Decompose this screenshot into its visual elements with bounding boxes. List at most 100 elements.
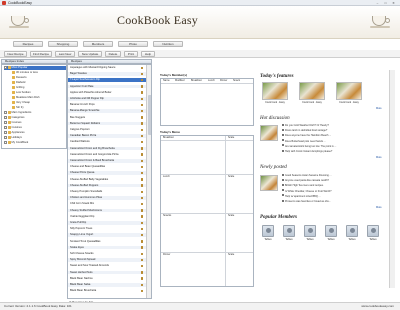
- list-item[interactable]: Black Bean Bruschetta: [68, 289, 146, 293]
- newly-posted-item[interactable]: Prosecco was favorites or bread as obs..…: [282, 199, 400, 204]
- print-button[interactable]: Print: [124, 51, 138, 57]
- member-card[interactable]: Tables: [366, 225, 380, 241]
- list-item[interactable]: Asparagus with Mustard Dipping Sauce: [68, 66, 146, 70]
- maximize-button[interactable]: □: [382, 1, 389, 5]
- expand-toggle-icon[interactable]: [4, 111, 7, 114]
- tree-node[interactable]: Desserts: [12, 76, 66, 80]
- tree-node[interactable]: Meatless Main Dish: [12, 96, 66, 100]
- new-update-button[interactable]: New Update: [78, 51, 102, 57]
- close-button[interactable]: ✕: [390, 1, 397, 5]
- list-item[interactable]: Black Bean Nachos: [68, 277, 146, 281]
- list-item[interactable]: Caramelized Onion and Fig Bruschetta: [68, 146, 146, 151]
- find-recipe-button[interactable]: Find Recipe: [30, 51, 52, 57]
- tree-node[interactable]: Stir fry: [12, 106, 66, 110]
- scrollbar-thumb[interactable]: [148, 95, 151, 135]
- hot-discussion-item[interactable]: Help with Crock Instant dumplings please…: [282, 149, 400, 154]
- list-item[interactable]: Greta Pull Dip: [68, 221, 146, 225]
- menu-shopping[interactable]: Shopping: [48, 41, 78, 47]
- tree-node[interactable]: Most Popular: [4, 66, 66, 70]
- list-item[interactable]: Chicken and Hummus Pitas: [68, 196, 146, 200]
- featured-recipe[interactable]: Cook book · Easy: [333, 82, 365, 104]
- list-item[interactable]: Cheese Pizza Quesa: [68, 171, 146, 176]
- minimize-button[interactable]: –: [374, 1, 381, 5]
- list-item[interactable]: Butternut Squash Rollatini: [68, 121, 146, 126]
- help-button[interactable]: Help: [141, 51, 155, 57]
- list-item[interactable]: Sweet and Sour Toasted Almonds: [68, 264, 146, 268]
- tree-node[interactable]: My CookBook: [4, 141, 66, 145]
- list-item[interactable]: Sweet Herbed Nuts: [68, 270, 146, 275]
- tree-node[interactable]: Courses: [4, 121, 66, 125]
- list-item[interactable]: Silly Popcorn Trees: [68, 227, 146, 231]
- list-item[interactable]: Cheesy Pumpkin Snowballs: [68, 190, 146, 194]
- list-item[interactable]: Snake Eyes: [68, 245, 146, 250]
- list-item[interactable]: Banana Crunch Pops: [68, 103, 146, 107]
- list-item[interactable]: Black Bean Salsa: [68, 283, 146, 287]
- member-card[interactable]: Tables: [282, 225, 296, 241]
- menu-recipes[interactable]: Recipes: [13, 41, 43, 47]
- menu-nutrition[interactable]: Nutrition: [153, 41, 183, 47]
- features-more-link[interactable]: More: [376, 107, 382, 110]
- last-new-button[interactable]: Last New: [55, 51, 75, 57]
- featured-recipe[interactable]: Cook book · Easy: [259, 82, 291, 104]
- tree-node[interactable]: Cuisines: [4, 126, 66, 130]
- list-item[interactable]: Candied Walnuts: [68, 140, 146, 144]
- list-item[interactable]: Canadian Bacon Pizza: [68, 134, 146, 138]
- tree-node[interactable]: Very Cheap: [12, 101, 66, 105]
- list-item[interactable]: Yeahier Eggplant Dip: [68, 215, 146, 219]
- list-item[interactable]: Spicy Broccoli Spread: [68, 258, 146, 262]
- list-scrollbar[interactable]: [146, 65, 151, 298]
- tree-node[interactable]: Categories: [4, 116, 66, 120]
- app-icon: [2, 1, 6, 5]
- list-item[interactable]: Cheese-Stuffed Baby Vegetables: [68, 178, 146, 182]
- list-item[interactable]: Appetizer Fruit Plate: [68, 84, 146, 89]
- bullet-icon: [282, 173, 284, 176]
- list-item[interactable]: Cheese-Stuffed Peppers: [68, 183, 146, 188]
- recipe-icon: [140, 153, 143, 156]
- todays-members-grid[interactable]: Name Modified Breakfast Lunch Dinner Sna…: [160, 78, 254, 126]
- delete-button[interactable]: Delete: [105, 51, 121, 57]
- list-item[interactable]: Apples with Pistachio Almond Butter: [68, 91, 146, 95]
- todays-menu-grid[interactable]: Breakfast Scale Lunch Scale Snacks Scale…: [160, 135, 254, 287]
- list-item[interactable]: Calypso Popcorn: [68, 128, 146, 132]
- tree-node[interactable]: Grilling: [12, 86, 66, 90]
- member-card[interactable]: Tables: [303, 225, 317, 241]
- tree-node[interactable]: Main Ingredients: [4, 111, 66, 115]
- list-item[interactable]: Chili Corn Snack Mix: [68, 202, 146, 206]
- expand-toggle-icon[interactable]: [4, 121, 7, 124]
- menu-members[interactable]: Members: [83, 41, 113, 47]
- expand-toggle-icon[interactable]: [4, 131, 7, 134]
- list-item[interactable]: Caramelized Onion and Gorgonzola Pizza: [68, 153, 146, 157]
- tree-node[interactable]: Appliances: [4, 131, 66, 135]
- tree-node[interactable]: Diabetic: [12, 81, 66, 85]
- newly-more-link[interactable]: More: [376, 206, 382, 209]
- expand-toggle-icon[interactable]: [4, 136, 7, 139]
- expand-toggle-icon[interactable]: [4, 126, 7, 129]
- expand-toggle-icon[interactable]: [4, 116, 7, 119]
- member-card[interactable]: Tables: [345, 225, 359, 241]
- list-item[interactable]: Cheese and Bean Quesadillas: [68, 165, 146, 169]
- expand-toggle-icon[interactable]: [4, 66, 7, 69]
- expand-toggle-icon[interactable]: [4, 141, 7, 144]
- tree-node[interactable]: Low Sodium: [12, 91, 66, 95]
- new-recipe-button[interactable]: New Recipe: [4, 51, 27, 57]
- list-item[interactable]: Soft Cheese Snacks: [68, 252, 146, 256]
- hot-more-link[interactable]: More: [376, 156, 382, 159]
- featured-recipe[interactable]: Cook book · Easy: [296, 82, 328, 104]
- right-panel-scrollbar[interactable]: [389, 70, 395, 288]
- list-item[interactable]: Banana-Mango Smoothie: [68, 109, 146, 114]
- menu-photo[interactable]: Photo: [118, 41, 148, 47]
- list-item[interactable]: Bee Nuggets: [68, 116, 146, 120]
- list-item[interactable]: Artichoke and Dill Pepper Dip: [68, 97, 146, 101]
- list-item[interactable]: Cheesy Stuffed Mushrooms: [68, 208, 146, 213]
- list-item[interactable]: Caramelized Onion & Basil Bruschetta: [68, 159, 146, 163]
- list-item[interactable]: Smoked Trout Quesadillas: [68, 240, 146, 244]
- member-card[interactable]: Tables: [324, 225, 338, 241]
- list-item[interactable]: Bagel Toasties: [68, 72, 146, 76]
- tree-node[interactable]: 30 minutes or less: [12, 71, 66, 75]
- tree-node[interactable]: Holidays: [4, 136, 66, 140]
- recipe-index-tree[interactable]: Most Popular 30 minutes or less Desserts Di…: [1, 64, 67, 149]
- list-item[interactable]: 7-Layer Southwestern Dip: [68, 78, 146, 83]
- recipe-list[interactable]: Asparagus with Mustard Dipping Sauce Bage…: [67, 64, 152, 299]
- member-card[interactable]: Tables: [261, 225, 275, 241]
- list-item[interactable]: Snappy Lime Yogurt: [68, 233, 146, 238]
